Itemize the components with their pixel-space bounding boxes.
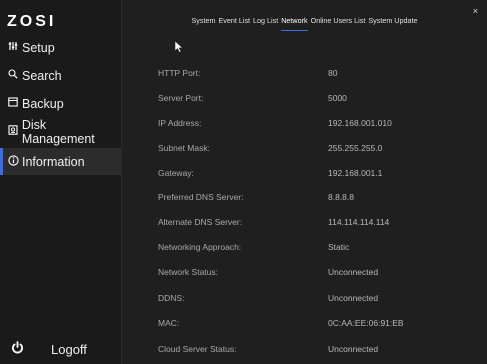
info-row-server-port: Server Port: 5000	[122, 86, 487, 110]
info-row-preferred-dns: Preferred DNS Server: 8.8.8.8	[122, 185, 487, 209]
field-value: Unconnected	[328, 267, 379, 277]
tab-network[interactable]: Network	[281, 14, 308, 31]
info-row-subnet-mask: Subnet Mask: 255.255.255.0	[122, 136, 487, 160]
info-row-cloud-server-status: Cloud Server Status: Unconnected	[122, 337, 487, 361]
tab-system-update[interactable]: System Update	[368, 14, 417, 28]
field-label: Networking Approach:	[158, 242, 242, 252]
power-icon	[11, 341, 24, 357]
backup-icon	[7, 97, 19, 110]
sidebar: ZOSI Setup Search Backup Disk Management…	[0, 0, 122, 364]
info-icon	[7, 154, 19, 169]
tab-event-list[interactable]: Event List	[218, 14, 250, 28]
field-value: 192.168.001.1	[328, 168, 383, 178]
field-label: MAC:	[158, 318, 180, 328]
info-row-network-status: Network Status: Unconnected	[122, 260, 487, 284]
field-value: Static	[328, 242, 350, 252]
info-row-http-port: HTTP Port: 80	[122, 61, 487, 85]
field-label: Alternate DNS Server:	[158, 217, 243, 227]
info-row-ddns: DDNS: Unconnected	[122, 286, 487, 310]
tab-bar: System Event List Log List Network Onlin…	[122, 14, 487, 34]
brand-logo: ZOSI	[7, 13, 57, 30]
sidebar-item-backup[interactable]: Backup	[0, 90, 121, 117]
tab-online-users-list[interactable]: Online Users List	[311, 14, 366, 28]
field-value: 192.168.001.010	[328, 118, 392, 128]
sidebar-item-search[interactable]: Search	[0, 62, 121, 89]
field-value: 5000	[328, 93, 347, 103]
info-row-gateway: Gateway: 192.168.001.1	[122, 161, 487, 185]
field-value: 80	[328, 68, 338, 78]
tab-system[interactable]: System	[192, 14, 216, 28]
field-value: 255.255.255.0	[328, 143, 383, 153]
field-label: DDNS:	[158, 293, 185, 303]
sidebar-item-label: Information	[22, 154, 85, 169]
sidebar-item-label: Disk Management	[21, 117, 95, 146]
main-panel: × System Event List Log List Network Onl…	[122, 0, 487, 364]
sidebar-item-label: Setup	[22, 40, 55, 55]
sidebar-item-label: Search	[22, 68, 62, 83]
field-label: Gateway:	[158, 168, 194, 178]
field-value: Unconnected	[328, 293, 379, 303]
field-label: Server Port:	[158, 93, 204, 103]
logoff-button[interactable]: Logoff	[0, 334, 121, 364]
sidebar-item-setup[interactable]: Setup	[0, 34, 121, 61]
field-label: IP Address:	[158, 118, 202, 128]
info-row-ip-address: IP Address: 192.168.001.010	[122, 111, 487, 135]
info-row-alternate-dns: Alternate DNS Server: 114.114.114.114	[122, 210, 487, 234]
logoff-label: Logoff	[51, 341, 87, 357]
field-value: 114.114.114.114	[328, 217, 390, 227]
disk-icon	[7, 125, 19, 138]
sidebar-item-disk-management[interactable]: Disk Management	[0, 117, 121, 146]
field-label: Network Status:	[158, 267, 218, 277]
mouse-pointer-icon	[174, 40, 184, 58]
field-label: Cloud Server Status:	[158, 344, 237, 354]
field-value: Unconnected	[328, 344, 379, 354]
sidebar-item-label: Backup	[22, 96, 64, 111]
field-value: 8.8.8.8	[328, 192, 354, 202]
field-value: 0C:AA:EE:06:91:EB	[328, 318, 404, 328]
search-icon	[7, 69, 19, 82]
field-label: Preferred DNS Server:	[158, 192, 244, 202]
field-label: Subnet Mask:	[158, 143, 210, 153]
tab-log-list[interactable]: Log List	[253, 14, 278, 28]
field-label: HTTP Port:	[158, 68, 201, 78]
sliders-icon	[7, 41, 19, 54]
info-row-mac: MAC: 0C:AA:EE:06:91:EB	[122, 311, 487, 335]
info-row-networking-approach: Networking Approach: Static	[122, 235, 487, 259]
sidebar-item-information[interactable]: Information	[0, 148, 121, 175]
